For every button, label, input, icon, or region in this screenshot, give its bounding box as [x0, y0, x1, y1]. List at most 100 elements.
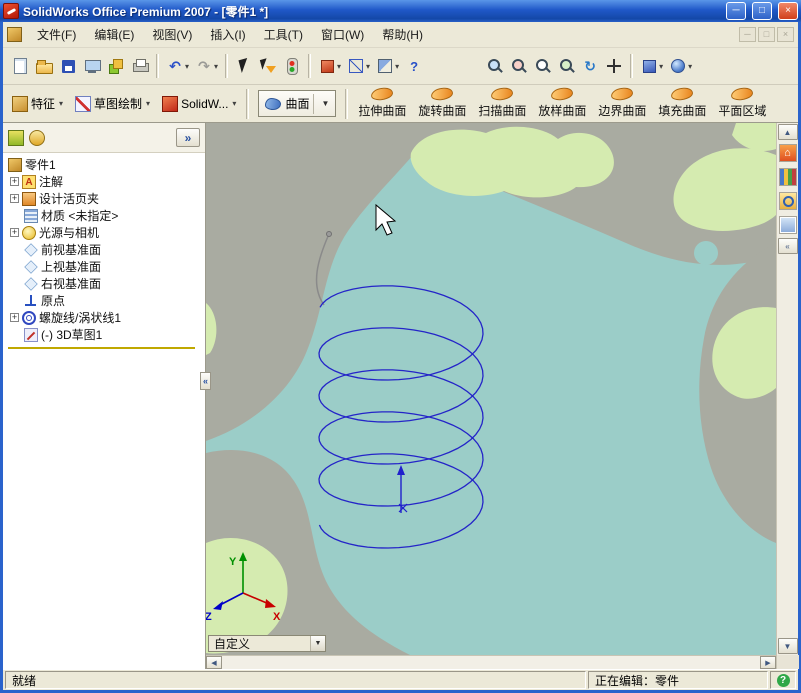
- boundary-surface-button[interactable]: 边界曲面: [592, 86, 652, 121]
- undo-button[interactable]: ↶ ▾: [164, 53, 191, 79]
- tree-item-origin[interactable]: 原点: [3, 292, 205, 309]
- design-binder-icon: [22, 191, 36, 206]
- section-view-button[interactable]: ▾: [374, 53, 401, 79]
- tree-item-design-binder[interactable]: + 设计活页夹: [3, 190, 205, 207]
- expand-toggle[interactable]: +: [10, 194, 19, 203]
- menu-item-window[interactable]: 窗口(W): [312, 23, 373, 46]
- menu-item-edit[interactable]: 编辑(E): [85, 23, 143, 46]
- selection-filter-button[interactable]: [257, 53, 279, 79]
- pan-button[interactable]: [603, 53, 625, 79]
- zoom-in-out-button[interactable]: [531, 53, 553, 79]
- filled-surface-button[interactable]: 填充曲面: [652, 86, 712, 121]
- scroll-right-button[interactable]: ▶: [760, 656, 776, 669]
- toolbar-group-selector[interactable]: 曲面 ▼: [258, 90, 337, 117]
- tree-root[interactable]: 零件1: [3, 156, 205, 173]
- tree-item-top-plane[interactable]: 上视基准面: [3, 258, 205, 275]
- rotate-view-button[interactable]: ↻: [579, 53, 601, 79]
- horizontal-scrollbar[interactable]: ◀ ▶: [206, 655, 776, 669]
- horizontal-scrollbar-track[interactable]: [222, 656, 760, 669]
- tree-item-annotations[interactable]: + A 注解: [3, 173, 205, 190]
- propertymanager-tab-icon[interactable]: [29, 129, 45, 146]
- commandmanager-tab-sketch[interactable]: 草图绘制 ▾: [69, 89, 156, 119]
- revolved-surface-button[interactable]: 旋转曲面: [412, 86, 472, 121]
- taskpane-tab-file-explorer[interactable]: [778, 192, 797, 210]
- planar-surface-button[interactable]: 平面区域: [712, 86, 772, 121]
- tree-item-3dsketch1[interactable]: (-) 3D草图1: [3, 326, 205, 343]
- taskpane-tab-design-library[interactable]: [778, 168, 797, 186]
- expand-toggle[interactable]: +: [10, 228, 19, 237]
- panel-splitter-chevron[interactable]: «: [200, 372, 211, 390]
- tree-item-label: 注解: [39, 175, 64, 189]
- viewport-canvas[interactable]: Y X Z: [206, 123, 776, 655]
- combo-dropdown-button[interactable]: ▼: [310, 636, 325, 651]
- zoom-to-area-button[interactable]: [507, 53, 529, 79]
- dropdown-caret-icon[interactable]: ▼: [318, 99, 332, 108]
- make-drawing-from-part-button[interactable]: [81, 53, 103, 79]
- open-document-button[interactable]: [33, 53, 55, 79]
- scrollbar-corner: [776, 655, 799, 669]
- dropdown-caret-icon[interactable]: ▾: [185, 62, 189, 71]
- featuremanager-tree-tab-icon[interactable]: [8, 129, 24, 146]
- close-button[interactable]: ×: [778, 2, 798, 20]
- minimize-button[interactable]: ─: [726, 2, 746, 20]
- zoom-to-fit-button[interactable]: [483, 53, 505, 79]
- new-document-button[interactable]: [9, 53, 31, 79]
- dropdown-caret-icon[interactable]: ▾: [688, 62, 692, 71]
- expand-toggle[interactable]: +: [10, 177, 19, 186]
- scroll-up-button[interactable]: ▲: [777, 124, 798, 140]
- scroll-down-button[interactable]: ▼: [777, 638, 798, 654]
- scroll-left-button[interactable]: ◀: [206, 656, 222, 669]
- child-close-button[interactable]: ×: [777, 27, 794, 42]
- dropdown-caret-icon[interactable]: ▾: [214, 62, 218, 71]
- tree-item-material[interactable]: 材质 <未指定>: [3, 207, 205, 224]
- menu-item-view[interactable]: 视图(V): [143, 23, 201, 46]
- help-button[interactable]: ?: [403, 53, 425, 79]
- rollback-bar[interactable]: [8, 347, 195, 349]
- display-style-button[interactable]: ▾: [345, 53, 372, 79]
- task-pane-tabs: ⌂: [778, 141, 797, 237]
- standard-views-button[interactable]: ▾: [638, 53, 665, 79]
- child-restore-button[interactable]: □: [758, 27, 775, 42]
- expand-toggle[interactable]: +: [10, 313, 19, 322]
- tree-item-label: 螺旋线/涡状线1: [39, 311, 122, 325]
- menu-item-file[interactable]: 文件(F): [28, 23, 85, 46]
- child-minimize-button[interactable]: ─: [739, 27, 756, 42]
- rebuild-button[interactable]: [281, 53, 303, 79]
- quick-tips-icon[interactable]: ?: [776, 673, 790, 687]
- swept-surface-button[interactable]: 扫描曲面: [472, 86, 532, 121]
- zoom-to-selection-button[interactable]: [555, 53, 577, 79]
- appearance-button[interactable]: ▾: [667, 53, 694, 79]
- dropdown-caret-icon[interactable]: ▾: [366, 62, 370, 71]
- menu-item-insert[interactable]: 插入(I): [201, 23, 254, 46]
- maximize-button[interactable]: □: [752, 2, 772, 20]
- menu-item-help[interactable]: 帮助(H): [373, 23, 432, 46]
- select-button[interactable]: [233, 53, 255, 79]
- redo-button[interactable]: ↷ ▾: [193, 53, 220, 79]
- print-button[interactable]: [129, 53, 151, 79]
- make-assembly-from-part-button[interactable]: [105, 53, 127, 79]
- lofted-surface-button[interactable]: 放样曲面: [532, 86, 592, 121]
- taskpane-tab-solidworks-resources[interactable]: ⌂: [778, 144, 797, 162]
- filled-surface-icon: [670, 86, 694, 102]
- dropdown-caret-icon[interactable]: ▾: [337, 62, 341, 71]
- dropdown-caret-icon[interactable]: ▾: [659, 62, 663, 71]
- tree-item-right-plane[interactable]: 右视基准面: [3, 275, 205, 292]
- view-orientation-button[interactable]: ▾: [316, 53, 343, 79]
- menu-item-tools[interactable]: 工具(T): [255, 23, 312, 46]
- save-button[interactable]: [57, 53, 79, 79]
- viewport[interactable]: Y X Z 自定义 ▼: [206, 123, 776, 655]
- panel-expand-button[interactable]: »: [176, 128, 200, 147]
- tree-item-lights-cameras[interactable]: + 光源与相机: [3, 224, 205, 241]
- tree-item-front-plane[interactable]: 前视基准面: [3, 241, 205, 258]
- commandmanager-tab-office[interactable]: SolidW... ▾: [156, 89, 242, 119]
- title-bar[interactable]: SolidWorks Office Premium 2007 - [零件1 *]…: [0, 0, 801, 22]
- tree-item-helix-spiral1[interactable]: + 螺旋线/涡状线1: [3, 309, 205, 326]
- feature-tree: 零件1 + A 注解 + 设计活页夹 材质 <未指定> + 光源与相机 前视基准面 上视基准面 右视…: [3, 153, 205, 349]
- taskpane-tab-view-palette[interactable]: [778, 216, 797, 234]
- commandmanager-tab-features[interactable]: 特征 ▾: [6, 89, 69, 119]
- dropdown-caret-icon[interactable]: ▾: [395, 62, 399, 71]
- task-pane-collapse-button[interactable]: «: [777, 238, 798, 254]
- extruded-surface-button[interactable]: 拉伸曲面: [352, 86, 412, 121]
- dropdown-caret-icon: ▾: [146, 99, 151, 108]
- view-orientation-combo[interactable]: 自定义 ▼: [208, 635, 326, 652]
